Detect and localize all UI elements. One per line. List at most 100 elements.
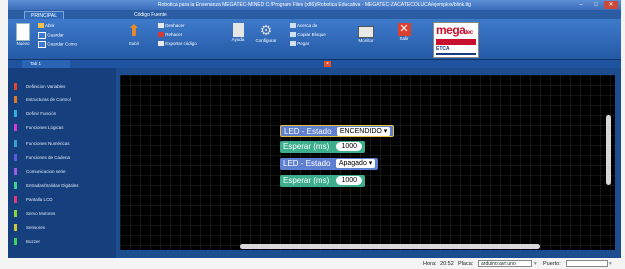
close-window-button[interactable]: ✕: [604, 1, 618, 9]
wait-ms-input[interactable]: 1000: [336, 176, 363, 186]
save-button[interactable]: Guardar: [38, 32, 64, 39]
port-label: Puerto:: [543, 261, 561, 267]
logo-suffix: tec: [465, 30, 473, 36]
open-label: Abrir: [45, 23, 55, 28]
board-dropdown-arrow-icon[interactable]: ▾: [534, 261, 537, 267]
export-code-button[interactable]: Exportar código: [158, 41, 197, 47]
new-button[interactable]: Nuevo: [12, 23, 34, 46]
paste-label: Pegar: [297, 41, 310, 46]
export-icon: [158, 41, 164, 47]
sidebar-item-comunicacion-serie[interactable]: Comunicacion serie: [14, 166, 114, 177]
logo-brand: megatec: [436, 23, 473, 37]
about-button[interactable]: Acerca de: [290, 23, 318, 29]
sidebar-item-funciones-logicas[interactable]: Funciones Lógicas: [14, 122, 114, 133]
sidebar-item-estructuras-control[interactable]: Estructuras de Control: [14, 94, 114, 105]
sidebar-item-buzzer[interactable]: Buzzer: [14, 236, 114, 247]
category-color-swatch: [14, 124, 17, 131]
monitor-button[interactable]: Monitor: [354, 23, 378, 43]
sidebar-item-definicion-variables[interactable]: Definicion Variables: [14, 81, 114, 92]
vertical-scrollbar[interactable]: [606, 115, 611, 185]
sidebar-item-label: Comunicacion serie: [26, 169, 66, 174]
redo-label: Rehacer: [165, 32, 183, 37]
blocks-workspace[interactable]: LED - Estado ENCENDIDO ▾ Esperar (ms) 10…: [120, 75, 615, 250]
undo-button[interactable]: Deshacer: [158, 23, 185, 29]
status-bar: Hora: 20:52 Placa: arduino:avr:uno ▾ Pue…: [8, 258, 621, 269]
sidebar-item-sensores[interactable]: Sensores: [14, 222, 114, 233]
exit-button[interactable]: ✕ Salir: [394, 23, 414, 41]
sidebar-item-definir-funcion[interactable]: Definir Función: [14, 108, 114, 119]
sidebar-item-label: Funciones de Cadena: [26, 155, 71, 160]
minimize-button[interactable]: –: [574, 1, 588, 9]
port-select[interactable]: [566, 260, 608, 267]
paste-icon: [290, 41, 296, 47]
export-code-label: Exportar código: [165, 41, 197, 46]
document-tabs-bar: [8, 60, 621, 68]
board-select[interactable]: arduino:avr:uno: [478, 260, 532, 267]
save-icon: [38, 32, 46, 39]
board-value: arduino:avr:uno: [481, 261, 516, 267]
category-color-swatch: [14, 110, 17, 117]
tab-codigo-fuente[interactable]: Código Fuente: [128, 11, 173, 19]
close-tab-icon[interactable]: ×: [324, 61, 331, 67]
port-dropdown-arrow-icon[interactable]: ▾: [609, 261, 612, 267]
upload-button[interactable]: ⬆ Subir: [124, 23, 144, 46]
app-window: Robotica para la Ensenanza MEGATEC-MINED…: [8, 0, 621, 258]
gear-icon: ⚙: [259, 22, 273, 38]
sidebar-item-pantalla-lcd[interactable]: Pantalla LCD: [14, 194, 114, 205]
tab-1[interactable]: Tab 1: [22, 60, 70, 68]
help-button[interactable]: Ayuda: [228, 23, 248, 42]
category-color-swatch: [14, 96, 17, 103]
led-state-dropdown[interactable]: ENCENDIDO ▾: [336, 127, 391, 137]
led-state-block-off[interactable]: LED - Estado Apagado ▾: [280, 158, 379, 170]
category-color-swatch: [14, 154, 17, 161]
redo-button[interactable]: Rehacer: [158, 32, 183, 38]
sidebar-item-label: Funciones Numéricas: [26, 141, 70, 146]
open-button[interactable]: Abrir: [38, 23, 55, 29]
category-color-swatch: [14, 168, 17, 175]
configure-button[interactable]: ⚙ Configurar: [252, 22, 280, 44]
sidebar-item-funciones-cadena[interactable]: Funciones de Cadena: [14, 152, 114, 163]
configure-label: Configurar: [255, 38, 277, 43]
sidebar-item-servo-motores[interactable]: Servo Motores: [14, 208, 114, 219]
sidebar-item-label: Estructuras de Control: [26, 97, 71, 102]
time-value: 20:52: [440, 261, 454, 267]
led-state-dropdown[interactable]: Apagado ▾: [335, 159, 376, 169]
horizontal-scrollbar[interactable]: [240, 244, 540, 249]
category-color-swatch: [14, 83, 17, 90]
category-color-swatch: [14, 140, 17, 147]
window-title: Robotica para la Ensenanza MEGATEC-MINED…: [157, 2, 472, 8]
chevron-down-icon: ▾: [383, 128, 388, 136]
maximize-button[interactable]: □: [589, 1, 603, 9]
copy-block-button[interactable]: Copiar Bloque: [290, 32, 326, 38]
sidebar-item-entradas-salidas[interactable]: Entradas/Salidas Digitales: [14, 180, 114, 191]
sidebar-item-label: Entradas/Salidas Digitales: [26, 183, 79, 188]
led-state-value: Apagado: [338, 160, 367, 168]
led-state-value: ENCENDIDO: [339, 128, 382, 136]
about-label: Acerca de: [297, 23, 318, 28]
sidebar-item-label: Servo Motores: [26, 211, 56, 216]
sidebar-item-funciones-numericas[interactable]: Funciones Numéricas: [14, 138, 114, 149]
wait-ms-input[interactable]: 1000: [336, 142, 363, 152]
category-color-swatch: [14, 224, 17, 231]
category-color-swatch: [14, 210, 17, 217]
wait-block-2[interactable]: Esperar (ms) 1000: [280, 175, 366, 187]
undo-label: Deshacer: [165, 23, 185, 28]
new-file-icon: [16, 23, 30, 41]
sidebar-item-label: Funciones Lógicas: [26, 125, 64, 130]
sidebar-item-label: Buzzer: [26, 239, 41, 244]
paste-button[interactable]: Pegar: [290, 41, 310, 47]
logo-brand-text: mega: [436, 23, 466, 37]
folder-icon: [38, 23, 44, 29]
ribbon: Nuevo Abrir Guardar Guardar Como ⬆ Subir…: [8, 19, 621, 60]
new-label: Nuevo: [16, 41, 30, 46]
wait-block-1[interactable]: Esperar (ms) 1000: [280, 141, 366, 153]
time-label: Hora:: [423, 261, 437, 267]
title-bar: Robotica para la Ensenanza MEGATEC-MINED…: [8, 0, 621, 10]
block-label: LED - Estado: [283, 159, 331, 168]
monitor-label: Monitor: [358, 38, 374, 43]
category-color-swatch: [14, 196, 17, 203]
block-label: Esperar (ms): [283, 142, 330, 151]
save-as-button[interactable]: Guardar Como: [38, 41, 77, 48]
logo-sub: ETCA: [436, 46, 450, 52]
led-state-block-on[interactable]: LED - Estado ENCENDIDO ▾: [280, 125, 395, 137]
